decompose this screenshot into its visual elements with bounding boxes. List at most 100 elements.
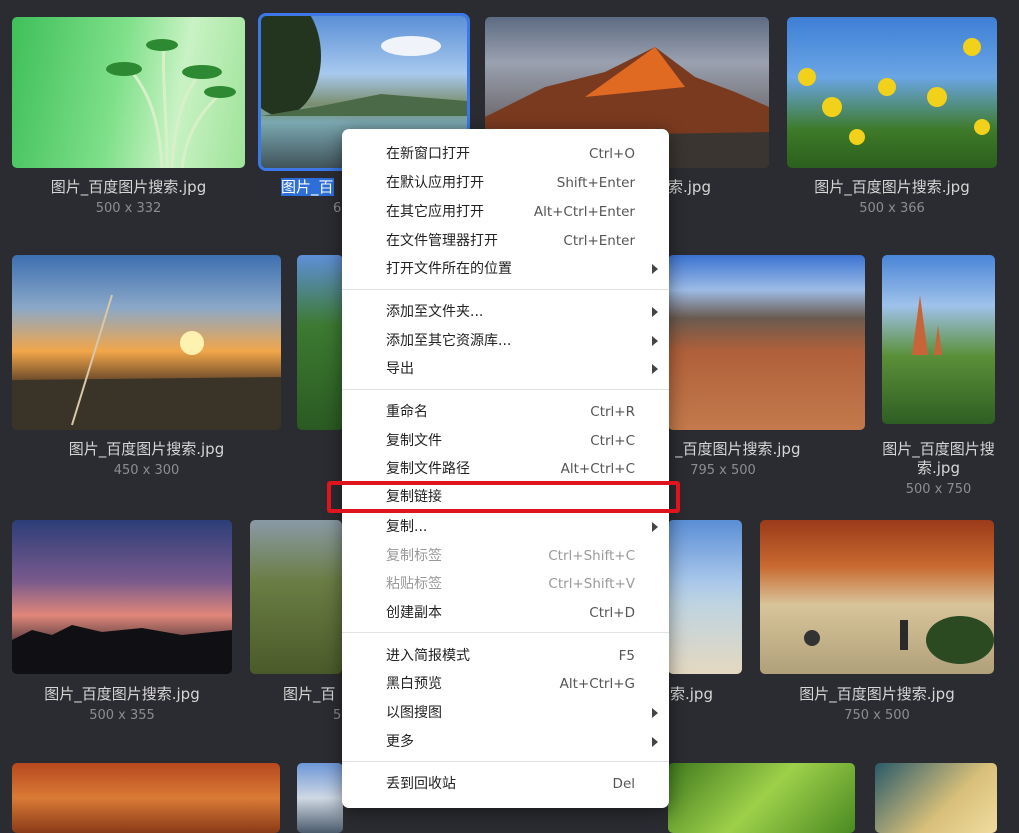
thumbnail-pagoda[interactable] xyxy=(882,255,995,424)
thumbnail-wheat[interactable] xyxy=(875,763,997,833)
menu-item-label: 在文件管理器打开 xyxy=(386,233,498,249)
submenu-arrow-icon xyxy=(652,264,658,274)
thumbnail-dimensions: 750 x 500 xyxy=(844,708,910,723)
menu-separator xyxy=(342,632,669,633)
menu-separator xyxy=(342,761,669,762)
thumbnail-caption: 图片_百 xyxy=(283,685,336,703)
submenu-arrow-icon xyxy=(652,307,658,317)
submenu-arrow-icon xyxy=(652,336,658,346)
menu-item-shortcut: Del xyxy=(612,776,635,792)
menu-item-slideshow[interactable]: 进入简报模式 F5 xyxy=(342,644,669,668)
thumbnail-caption: 图片_百度图片搜索.jpg xyxy=(799,685,955,703)
menu-item-label: 添加至文件夹... xyxy=(386,304,484,320)
menu-item-open-default-app[interactable]: 在默认应用打开 Shift+Enter xyxy=(342,171,669,195)
sprouts-image xyxy=(106,39,236,168)
menu-item-shortcut: Ctrl+Shift+V xyxy=(548,576,635,592)
thumbnail-caption: 图片_百度图片搜索.jpg xyxy=(50,178,207,196)
menu-item-shortcut: Ctrl+Enter xyxy=(563,233,635,249)
menu-item-rename[interactable]: 重命名 Ctrl+R xyxy=(342,400,669,424)
menu-item-search-by-image[interactable]: 以图搜图 xyxy=(342,701,669,725)
menu-item-copy-tags[interactable]: 复制标签 Ctrl+Shift+C xyxy=(342,544,669,568)
menu-item-copy-submenu[interactable]: 复制... xyxy=(342,515,669,539)
menu-item-move-to-trash[interactable]: 丢到回收站 Del xyxy=(342,772,669,796)
menu-item-label: 粘贴标签 xyxy=(386,576,442,592)
menu-separator xyxy=(342,389,669,390)
thumbnail-caption: 图片_百度图片搜索.jpg xyxy=(814,178,970,196)
menu-item-paste-tags[interactable]: 粘贴标签 Ctrl+Shift+V xyxy=(342,572,669,596)
menu-item-label: 在默认应用打开 xyxy=(386,175,484,191)
thumbnail-autumn-park[interactable] xyxy=(760,520,994,674)
thumbnail-dimensions: 795 x 500 xyxy=(690,463,756,478)
highlight-box xyxy=(327,481,680,513)
flowers-image xyxy=(798,38,990,145)
thumbnail-caption: 图片_百度图片搜索.jpg xyxy=(882,440,995,477)
menu-item-shortcut: Ctrl+D xyxy=(589,605,635,621)
dusk-image xyxy=(12,625,232,674)
context-menu: 在新窗口打开 Ctrl+O 在默认应用打开 Shift+Enter 在其它应用打… xyxy=(342,129,669,808)
thumbnail-leaves[interactable] xyxy=(668,763,855,833)
menu-item-copy-file[interactable]: 复制文件 Ctrl+C xyxy=(342,429,669,453)
menu-item-shortcut: Ctrl+R xyxy=(590,404,635,420)
menu-item-label: 复制文件 xyxy=(386,433,442,449)
thumbnail-sunset-reeds[interactable] xyxy=(12,255,281,430)
sunset-image xyxy=(12,294,281,430)
menu-item-label: 黑白预览 xyxy=(386,676,442,692)
menu-item-shortcut: Ctrl+C xyxy=(590,433,635,449)
thumbnail-desert[interactable] xyxy=(668,255,865,430)
menu-item-label: 创建副本 xyxy=(386,605,442,621)
menu-item-grayscale-preview[interactable]: 黑白预览 Alt+Ctrl+G xyxy=(342,672,669,696)
menu-item-label: 复制标签 xyxy=(386,548,442,564)
thumbnail-caption: 索.jpg xyxy=(668,178,711,196)
selected-caption-text: 图片_百 xyxy=(281,178,334,196)
thumbnail-dimensions: 500 x 355 xyxy=(89,708,155,723)
menu-item-label: 以图搜图 xyxy=(386,705,442,721)
thumbnail-caption: 图片_百度图片搜索.jpg xyxy=(44,685,200,703)
thumbnail-caption: 图片_百度图片搜索.jpg xyxy=(68,440,225,458)
menu-item-label: 重命名 xyxy=(386,404,428,420)
pagoda-image xyxy=(912,295,942,355)
thumbnail-snow-peaks[interactable] xyxy=(297,763,343,833)
menu-item-label: 进入简报模式 xyxy=(386,648,470,664)
thumbnail-beach[interactable] xyxy=(668,520,742,674)
menu-item-open-new-window[interactable]: 在新窗口打开 Ctrl+O xyxy=(342,142,669,166)
menu-item-open-other-app[interactable]: 在其它应用打开 Alt+Ctrl+Enter xyxy=(342,200,669,224)
menu-item-open-file-manager[interactable]: 在文件管理器打开 Ctrl+Enter xyxy=(342,229,669,253)
thumbnail-sprouts[interactable] xyxy=(12,17,245,168)
menu-item-more[interactable]: 更多 xyxy=(342,730,669,754)
thumbnail-dusk-treeline[interactable] xyxy=(12,520,232,674)
menu-item-label: 丢到回收站 xyxy=(386,776,456,792)
menu-item-label: 添加至其它资源库... xyxy=(386,333,512,349)
thumbnail-forest[interactable] xyxy=(297,255,343,430)
menu-item-shortcut: Ctrl+O xyxy=(589,146,635,162)
menu-item-label: 导出 xyxy=(386,361,414,377)
thumbnail-caption: _百度图片搜索.jpg xyxy=(675,440,801,458)
menu-item-shortcut: Alt+Ctrl+Enter xyxy=(533,204,635,220)
menu-item-label: 复制文件路径 xyxy=(386,461,470,477)
park-image xyxy=(804,616,994,664)
submenu-arrow-icon xyxy=(652,522,658,532)
submenu-arrow-icon xyxy=(652,737,658,747)
submenu-arrow-icon xyxy=(652,364,658,374)
menu-item-shortcut: Alt+Ctrl+G xyxy=(559,676,635,692)
menu-separator xyxy=(342,289,669,290)
menu-item-export[interactable]: 导出 xyxy=(342,357,669,381)
thumbnail-autumn-tree[interactable] xyxy=(12,763,280,833)
menu-item-copy-file-path[interactable]: 复制文件路径 Alt+Ctrl+C xyxy=(342,457,669,481)
thumbnail-dimensions: 500 x 750 xyxy=(905,482,972,497)
menu-item-duplicate[interactable]: 创建副本 Ctrl+D xyxy=(342,601,669,625)
thumbnail-valley[interactable] xyxy=(250,520,342,674)
menu-item-label: 在其它应用打开 xyxy=(386,204,484,220)
thumbnail-caption: 索.jpg xyxy=(670,685,713,703)
menu-item-add-to-folder[interactable]: 添加至文件夹... xyxy=(342,300,669,324)
menu-item-shortcut: F5 xyxy=(618,648,635,664)
menu-item-label: 更多 xyxy=(386,734,414,750)
thumbnail-caption-selected: 图片_百 xyxy=(281,178,342,197)
menu-item-open-file-location[interactable]: 打开文件所在的位置 xyxy=(342,257,669,281)
menu-item-shortcut: Alt+Ctrl+C xyxy=(560,461,635,477)
menu-item-shortcut: Shift+Enter xyxy=(556,175,635,191)
menu-item-add-to-library[interactable]: 添加至其它资源库... xyxy=(342,329,669,353)
thumbnail-dimensions: 450 x 300 xyxy=(113,463,180,478)
menu-item-label: 打开文件所在的位置 xyxy=(386,261,512,277)
thumbnail-flowers[interactable] xyxy=(787,17,997,168)
submenu-arrow-icon xyxy=(652,708,658,718)
